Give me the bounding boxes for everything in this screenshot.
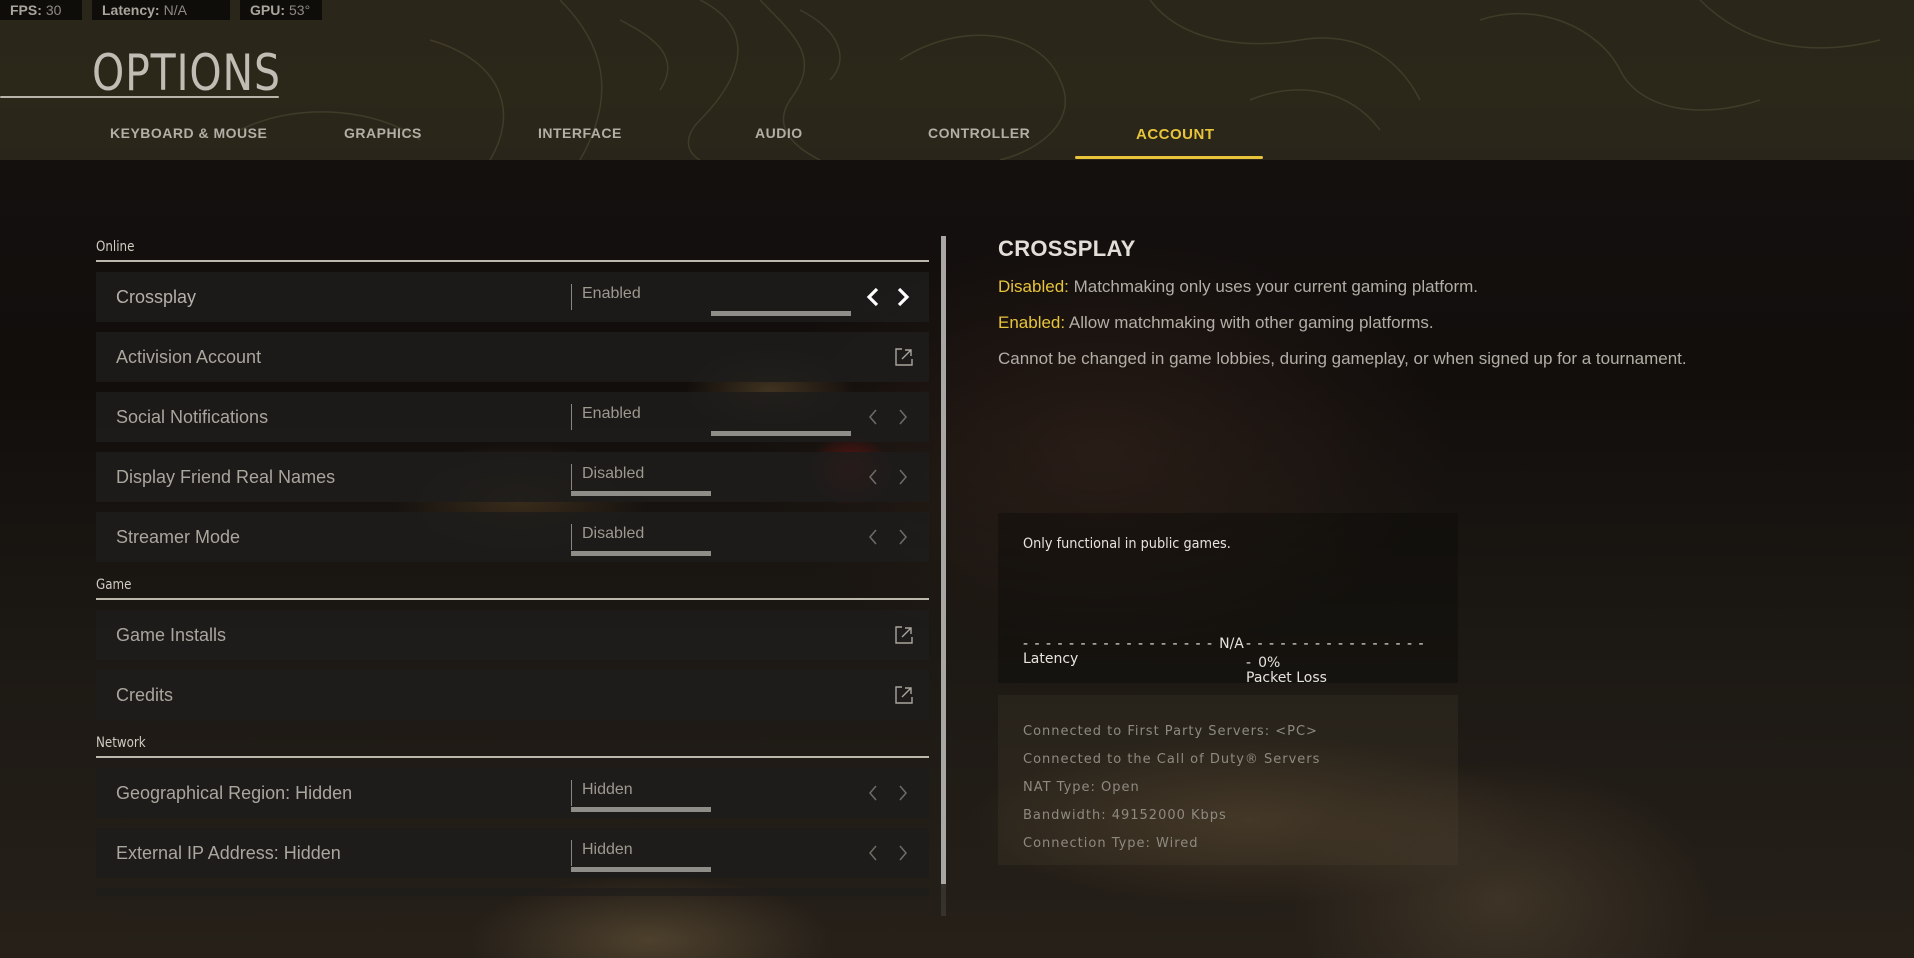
chevron-right-icon <box>899 469 907 485</box>
setting-value: Hidden <box>571 780 633 806</box>
setting-value: Enabled <box>571 404 641 430</box>
connection-type: Connection Type: Wired <box>1023 836 1199 851</box>
chevron-left-icon <box>869 785 877 801</box>
setting-value: Disabled <box>571 524 644 550</box>
latency-readout: Latency: N/A <box>92 0 230 20</box>
option-indicator-bar <box>711 431 851 436</box>
scrollbar-thumb[interactable] <box>941 236 946 884</box>
setting-row-game-installs[interactable]: Game Installs <box>96 610 929 660</box>
setting-label: Activision Account <box>116 347 262 367</box>
description-line: Disabled: Matchmaking only uses your cur… <box>998 277 1478 296</box>
setting-value: Disabled <box>571 464 644 490</box>
option-indicator-bar <box>571 491 711 496</box>
chevron-right-icon <box>897 287 910 307</box>
next-option-button[interactable] <box>893 286 913 308</box>
setting-row-external-ip-address[interactable]: External IP Address: Hidden Hidden <box>96 828 929 878</box>
tab-graphics[interactable]: GRAPHICS <box>344 125 422 141</box>
description-line: Enabled: Allow matchmaking with other ga… <box>998 313 1434 332</box>
section-header-game: Game <box>96 568 929 600</box>
chevron-right-icon <box>899 409 907 425</box>
setting-label: Crossplay <box>116 287 197 307</box>
latency-meter: - - - - - - - - - - - - - - - - - N/A Lat… <box>1023 633 1244 667</box>
setting-label: Credits <box>116 685 174 705</box>
option-indicator-bar <box>571 807 711 812</box>
tab-interface[interactable]: INTERFACE <box>538 125 622 141</box>
fps-readout: FPS: 30 <box>0 0 82 20</box>
bandwidth: Bandwidth: 49152000 Kbps <box>1023 808 1227 823</box>
setting-row-crossplay[interactable]: Crossplay Enabled <box>96 272 929 322</box>
next-option-button[interactable] <box>893 842 913 864</box>
setting-label: Social Notifications <box>116 407 269 427</box>
chevron-left-icon <box>866 287 879 307</box>
external-link-icon[interactable] <box>895 626 913 644</box>
next-option-button[interactable] <box>893 526 913 548</box>
connection-panel: Only functional in public games. - - - -… <box>998 513 1458 865</box>
option-indicator-bar <box>711 311 851 316</box>
latency-dashes: - - - - - - - - - - - - - - - - - <box>1023 636 1214 652</box>
chevron-left-icon <box>869 469 877 485</box>
next-option-button[interactable] <box>893 466 913 488</box>
setting-label: Streamer Mode <box>116 527 241 547</box>
description-panel: CROSSPLAY Disabled: Matchmaking only use… <box>998 236 1798 370</box>
setting-value: Enabled <box>571 284 641 310</box>
first-party-server-status: Connected to First Party Servers: <PC> <box>1023 724 1318 739</box>
performance-hud: FPS: 30 Latency: N/A GPU: 53° <box>0 0 322 20</box>
chevron-left-icon <box>869 409 877 425</box>
setting-row-streamer-mode[interactable]: Streamer Mode Disabled <box>96 512 929 562</box>
tab-account[interactable]: ACCOUNT <box>1136 126 1215 143</box>
packet-loss-label: Packet Loss <box>1246 670 1327 686</box>
setting-row-display-friend-real-names[interactable]: Display Friend Real Names Disabled <box>96 452 929 502</box>
option-indicator-bar <box>571 867 711 872</box>
previous-option-button[interactable] <box>863 782 883 804</box>
chevron-left-icon <box>869 845 877 861</box>
section-header-online: Online <box>96 230 929 262</box>
previous-option-button[interactable] <box>863 526 883 548</box>
external-link-icon[interactable] <box>895 686 913 704</box>
previous-option-button[interactable] <box>863 406 883 428</box>
previous-option-button[interactable] <box>863 286 883 308</box>
setting-label: Geographical Region: Hidden <box>116 783 353 803</box>
gpu-temp-readout: GPU: 53° <box>240 0 322 20</box>
setting-label: External IP Address: Hidden <box>116 843 341 863</box>
option-indicator-bar <box>571 551 711 556</box>
previous-option-button[interactable] <box>863 466 883 488</box>
latency-label: Latency <box>1023 651 1079 667</box>
chevron-left-icon <box>869 529 877 545</box>
setting-row-credits[interactable]: Credits <box>96 670 929 720</box>
chevron-right-icon <box>899 529 907 545</box>
options-tabs: KEYBOARD & MOUSE GRAPHICS INTERFACE AUDI… <box>0 122 1914 160</box>
previous-option-button[interactable] <box>863 842 883 864</box>
chevron-right-icon <box>899 785 907 801</box>
page-title: OPTIONS <box>92 44 281 102</box>
next-row-partial <box>96 888 929 896</box>
setting-row-activision-account[interactable]: Activision Account <box>96 332 929 382</box>
section-header-network: Network <box>96 726 929 758</box>
settings-list: Online Crossplay Enabled Activision Acco… <box>96 230 929 896</box>
public-games-note: Only functional in public games. <box>1023 536 1231 552</box>
setting-row-geographical-region[interactable]: Geographical Region: Hidden Hidden <box>96 768 929 818</box>
setting-label: Game Installs <box>116 625 227 645</box>
setting-value: Hidden <box>571 840 633 866</box>
description-title: CROSSPLAY <box>998 236 1136 261</box>
tab-keyboard-mouse[interactable]: KEYBOARD & MOUSE <box>110 125 267 141</box>
cod-server-status: Connected to the Call of Duty® Servers <box>1023 752 1321 767</box>
tab-audio[interactable]: AUDIO <box>755 125 803 141</box>
settings-scrollbar[interactable] <box>941 236 946 916</box>
header: FPS: 30 Latency: N/A GPU: 53° OPTIONS KEYBO… <box>0 0 1914 160</box>
next-option-button[interactable] <box>893 782 913 804</box>
chevron-right-icon <box>899 845 907 861</box>
active-tab-indicator <box>1075 156 1263 159</box>
latency-value: N/A <box>1219 636 1244 652</box>
packet-loss-value: 0% <box>1258 655 1281 671</box>
setting-label: Display Friend Real Names <box>116 467 336 487</box>
packet-loss-meter: - - - - - - - - - - - - - - - - -0% Pack… <box>1246 633 1458 686</box>
setting-row-social-notifications[interactable]: Social Notifications Enabled <box>96 392 929 442</box>
description-line: Cannot be changed in game lobbies, durin… <box>998 349 1687 368</box>
title-underline <box>0 96 279 98</box>
next-option-button[interactable] <box>893 406 913 428</box>
tab-controller[interactable]: CONTROLLER <box>928 125 1030 141</box>
external-link-icon[interactable] <box>895 348 913 366</box>
nat-type: NAT Type: Open <box>1023 780 1140 795</box>
